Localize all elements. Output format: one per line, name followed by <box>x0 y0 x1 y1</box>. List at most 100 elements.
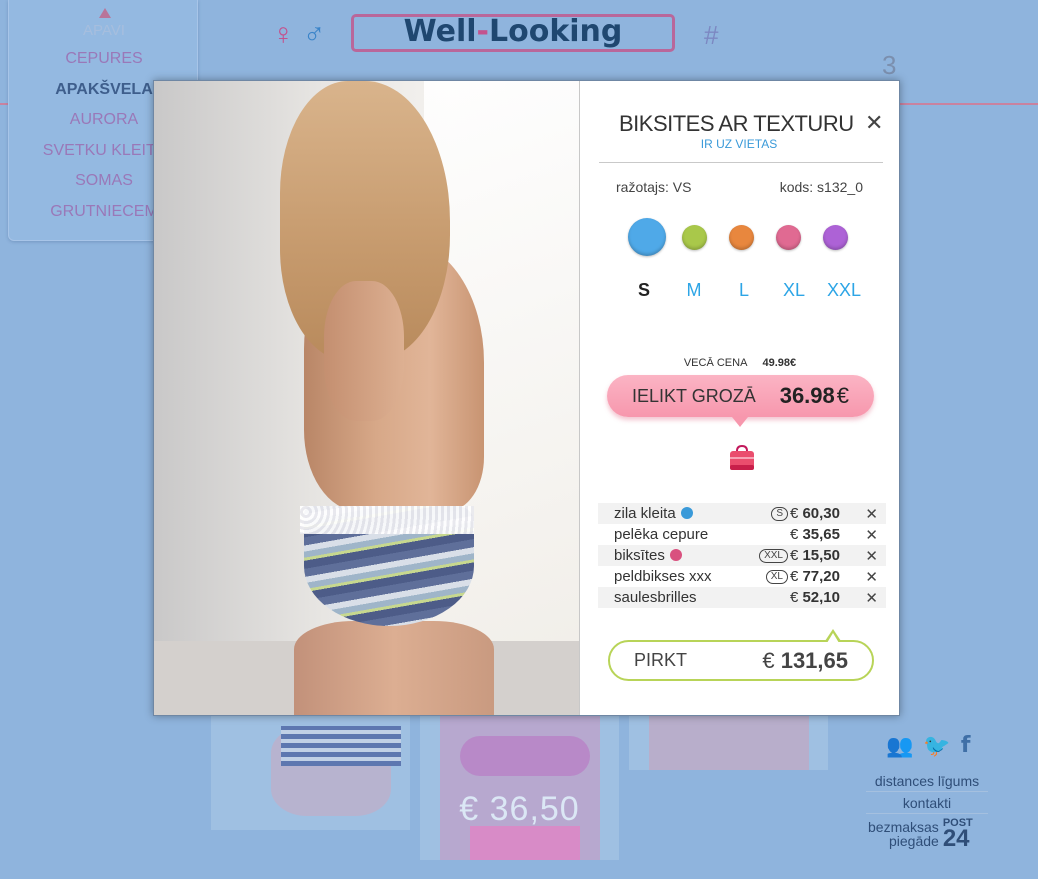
cart-item-name[interactable]: pelēka cepure <box>614 526 708 543</box>
product-price: 36.98 <box>779 383 835 408</box>
footer-link-contacts[interactable]: kontakti <box>866 792 988 814</box>
male-icon[interactable]: ♂ <box>303 18 326 51</box>
cart-item-value: 35,65 <box>802 526 840 543</box>
old-price-label: VECĀ CENA <box>683 357 748 369</box>
cart-item-currency: € <box>789 547 799 564</box>
old-price: VECĀ CENA 49.98€ <box>581 357 899 369</box>
size-option[interactable]: XL <box>769 280 819 301</box>
cart-total: € 131,65 <box>762 648 848 674</box>
footer-link-contract[interactable]: distances līgums <box>866 770 988 792</box>
cart-item-name[interactable]: biksītes <box>614 547 682 564</box>
cart-item-size: XL <box>765 569 788 584</box>
color-swatch[interactable] <box>628 218 666 256</box>
social-links: 👥 🐦 f <box>886 733 970 759</box>
old-price-value: 49.98€ <box>762 357 797 369</box>
cart-row: biksītes XXL € 15,50 ✕ <box>598 545 886 566</box>
color-swatches <box>628 218 870 256</box>
hashtag-icon[interactable]: # <box>704 20 718 51</box>
cart-item-color-dot <box>680 507 693 519</box>
cart-item-price: € 35,65 <box>790 526 840 543</box>
close-icon[interactable]: ✕ <box>865 112 883 134</box>
shipping-text: bezmaksas piegāde <box>868 820 939 848</box>
cart-row: saulesbrilles € 52,10 ✕ <box>598 587 886 608</box>
product-title: BIKSITES AR TEXTURU <box>619 111 854 136</box>
cart-item-color-dot <box>669 549 682 561</box>
color-swatch[interactable] <box>823 224 848 250</box>
cart-item-currency: € <box>789 526 799 543</box>
facebook-icon[interactable]: f <box>961 733 971 759</box>
cart-item-label: zila kleita <box>614 505 676 522</box>
total-currency: € <box>762 647 775 673</box>
post24-logo: POST 24 <box>942 818 973 852</box>
shipping-line2: piegāde <box>888 832 939 849</box>
color-swatch[interactable] <box>776 224 801 250</box>
cart-item-price: € 77,20 <box>790 568 840 585</box>
title-divider <box>599 162 883 163</box>
cart-item-label: peldbikses xxx <box>614 568 712 585</box>
color-swatch[interactable] <box>729 224 754 250</box>
size-option[interactable]: M <box>669 280 719 301</box>
cart-item-name[interactable]: zila kleita <box>614 505 693 522</box>
remove-item-icon[interactable]: ✕ <box>865 505 878 523</box>
shipping-line1: bezmaksas <box>868 818 939 835</box>
remove-item-icon[interactable]: ✕ <box>865 526 878 544</box>
community-icon[interactable]: 👥 <box>886 733 913 759</box>
add-to-cart-button[interactable]: IELIKT GROZĀ 36.98 € <box>607 375 874 427</box>
size-option[interactable]: XXL <box>819 280 869 301</box>
cart-item-value: 77,20 <box>802 568 840 585</box>
female-icon[interactable]: ♀ <box>272 18 295 51</box>
scroll-up-icon[interactable] <box>99 8 111 18</box>
cart-item-label: saulesbrilles <box>614 589 697 606</box>
product-thumbnail[interactable] <box>211 716 410 830</box>
remove-item-icon[interactable]: ✕ <box>865 547 878 565</box>
cart-list: zila kleita S € 60,30 ✕ pelēka cepure € 35,65… <box>598 503 886 608</box>
cart-item-name[interactable]: saulesbrilles <box>614 589 697 606</box>
cart-item-price: € 60,30 <box>790 505 840 522</box>
total-value: 131,65 <box>780 647 848 673</box>
cart-item-value: 60,30 <box>802 505 840 522</box>
buy-label: PIRKT <box>634 650 688 670</box>
stock-status: IR UZ VIETAS <box>700 137 778 151</box>
cart-item-label: biksītes <box>614 547 665 564</box>
cart-item-currency: € <box>789 589 799 606</box>
cart-count[interactable]: 3 <box>882 50 896 81</box>
buy-button[interactable]: PIRKT € 131,65 <box>608 629 874 681</box>
add-to-cart-label: IELIKT GROZĀ <box>632 385 756 406</box>
cart-item-currency: € <box>789 568 799 585</box>
product-thumbnail[interactable] <box>629 716 828 770</box>
product-photo <box>154 81 580 715</box>
free-shipping-badge: bezmaksas piegāde POST 24 <box>868 818 973 852</box>
cart-item-size: XXL <box>759 548 788 563</box>
cart-item-name[interactable]: peldbikses xxx <box>614 568 712 585</box>
logo-text-part1: Well <box>403 14 477 49</box>
size-selector: S M L XL XXL <box>619 280 869 301</box>
logo-text-part2: Looking <box>488 14 623 49</box>
twitter-icon[interactable]: 🐦 <box>923 733 950 759</box>
post-number: 24 <box>942 825 970 852</box>
footer-links: distances līgums kontakti <box>866 770 988 814</box>
product-thumbnail[interactable]: € 36,50 <box>420 716 619 860</box>
remove-item-icon[interactable]: ✕ <box>865 568 878 586</box>
product-details: BIKSITES AR TEXTURU ✕ IR UZ VIETAS ražot… <box>581 81 899 715</box>
category-item[interactable]: CEPURES <box>9 48 199 79</box>
cart-row: zila kleita S € 60,30 ✕ <box>598 503 886 524</box>
product-modal: BIKSITES AR TEXTURU ✕ IR UZ VIETAS ražot… <box>153 80 900 716</box>
product-code: kods: s132_0 <box>779 179 863 195</box>
cart-item-value: 15,50 <box>802 547 840 564</box>
remove-item-icon[interactable]: ✕ <box>865 589 878 607</box>
cart-item-size: S <box>771 506 788 521</box>
color-swatch[interactable] <box>682 224 707 250</box>
cart-item-currency: € <box>789 505 799 522</box>
shopping-bag-icon[interactable] <box>727 443 757 473</box>
cart-item-label: pelēka cepure <box>614 526 709 543</box>
size-option[interactable]: L <box>719 280 769 301</box>
cart-item-value: 52,10 <box>802 589 840 606</box>
cart-row: peldbikses xxx XL € 77,20 ✕ <box>598 566 886 587</box>
thumbnail-price: € 36,50 <box>459 790 580 828</box>
site-logo[interactable]: Well-Looking <box>351 14 675 52</box>
category-item-faded[interactable]: APAVI <box>9 22 199 39</box>
manufacturer: ražotajs: VS <box>616 179 692 195</box>
size-option[interactable]: S <box>619 280 669 301</box>
gender-switch: ♀ ♂ <box>272 18 325 52</box>
logo-dash: - <box>476 14 489 49</box>
